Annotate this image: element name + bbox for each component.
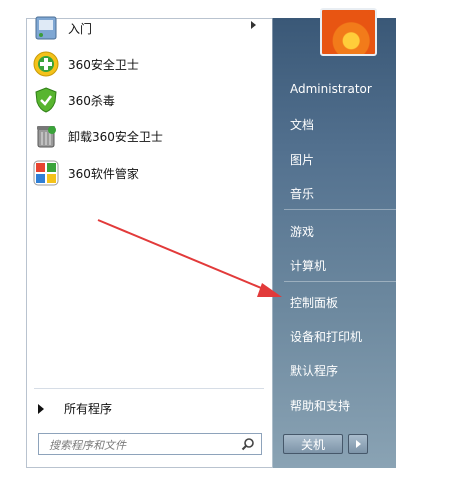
annotation-arrow-icon	[97, 219, 282, 297]
